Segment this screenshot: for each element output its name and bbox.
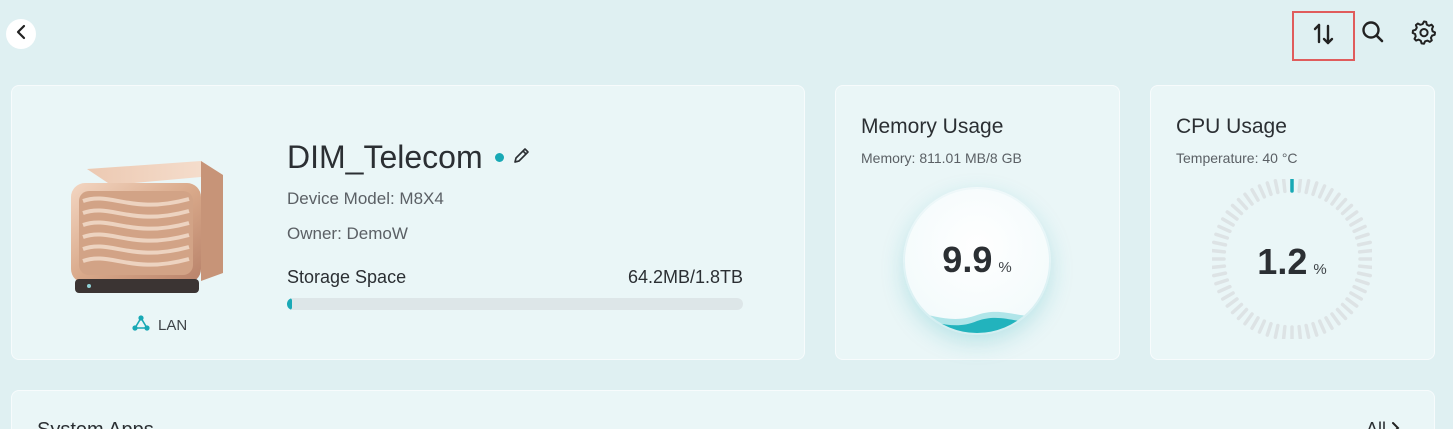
cpu-card-title: CPU Usage [1176, 115, 1287, 138]
cpu-gauge-tick [1273, 179, 1280, 195]
cpu-gauge-tick [1220, 291, 1235, 301]
view-all-link[interactable]: All [1366, 419, 1400, 429]
cpu-value-group: 1.2 % [1212, 241, 1372, 283]
chevron-left-icon [14, 24, 28, 45]
memory-card-subtitle: Memory: 811.01 MB/8 GB [861, 150, 1022, 166]
cpu-gauge-tick [1317, 184, 1327, 199]
device-model: Device Model: M8X4 [287, 189, 444, 208]
memory-card-title: Memory Usage [861, 115, 1004, 138]
cpu-gauge-tick [1352, 224, 1367, 234]
device-name: DIM_Telecom [287, 139, 483, 175]
storage-progress-bar [287, 298, 743, 310]
cpu-gauge-tick [1250, 316, 1260, 331]
device-name-row: DIM_Telecom [287, 139, 532, 176]
back-button[interactable] [6, 19, 36, 49]
cpu-gauge-tick [1297, 179, 1303, 194]
cpu-gauge-tick [1243, 312, 1254, 326]
cpu-gauge-tick [1281, 179, 1287, 194]
system-apps-card: System Apps All [11, 390, 1435, 429]
cpu-gauge-tick [1250, 187, 1260, 202]
device-owner: Owner: DemoW [287, 224, 408, 243]
search-icon [1360, 19, 1386, 50]
sort-button[interactable] [1292, 11, 1355, 61]
cpu-gauge-tick [1317, 319, 1327, 334]
cpu-gauge-tick [1273, 323, 1280, 339]
cpu-gauge-tick [1324, 316, 1334, 331]
storage-value: 64.2MB/1.8TB [627, 267, 743, 287]
cpu-gauge-tick [1230, 302, 1244, 315]
cpu-gauge-tick [1311, 181, 1319, 197]
cpu-gauge-tick [1257, 184, 1267, 199]
cpu-gauge-tick [1257, 319, 1267, 334]
memory-gauge: 9.9 % [905, 189, 1049, 333]
cpu-gauge-tick [1324, 187, 1334, 202]
cpu-gauge-tick [1340, 302, 1354, 315]
memory-value: 9.9 [942, 239, 993, 280]
network-label: LAN [158, 316, 188, 334]
cpu-gauge-tick [1265, 321, 1273, 337]
cpu-gauge-tick [1281, 324, 1287, 339]
cpu-gauge-tick [1217, 224, 1232, 234]
chevron-right-icon [1390, 419, 1400, 429]
edit-icon[interactable] [512, 145, 532, 170]
cpu-gauge-tick [1214, 232, 1230, 240]
storage-label: Storage Space [287, 267, 407, 287]
system-apps-title: System Apps [37, 419, 154, 429]
cpu-usage-card[interactable]: CPU Usage Temperature: 40 °C 1.2 % [1150, 85, 1435, 360]
network-icon [132, 315, 150, 335]
device-card: LAN DIM_Telecom Device Model: M8X4 Owner… [11, 85, 805, 360]
cpu-gauge-tick [1230, 203, 1244, 216]
cpu-gauge-tick [1217, 284, 1232, 294]
cpu-gauge-tick [1304, 179, 1311, 195]
cpu-gauge-tick [1340, 203, 1354, 216]
cpu-gauge-tick [1220, 217, 1235, 227]
cpu-gauge-tick [1265, 181, 1273, 197]
cpu-gauge-tick [1236, 307, 1249, 321]
settings-button[interactable] [1407, 17, 1441, 51]
cpu-gauge-tick [1304, 323, 1311, 339]
cpu-gauge-tick [1345, 210, 1359, 221]
cpu-gauge-tick [1311, 321, 1319, 337]
gear-icon [1411, 19, 1437, 50]
nas-device-image [71, 155, 241, 305]
network-status: LAN [132, 315, 187, 335]
cpu-gauge-tick [1225, 210, 1239, 221]
cpu-gauge-tick [1225, 297, 1239, 308]
search-button[interactable] [1356, 17, 1390, 51]
memory-unit: % [998, 259, 1012, 276]
view-all-label: All [1366, 419, 1387, 429]
cpu-value: 1.2 [1257, 241, 1308, 282]
cpu-gauge-tick [1297, 324, 1303, 339]
cpu-gauge-tick [1243, 192, 1254, 206]
cpu-gauge-tick [1330, 312, 1341, 326]
cpu-unit: % [1313, 261, 1327, 278]
sort-icon [1311, 21, 1337, 52]
cpu-gauge-tick [1335, 197, 1348, 211]
memory-value-group: 9.9 % [905, 239, 1049, 281]
cpu-gauge-tick [1354, 232, 1370, 240]
cpu-gauge-tick [1236, 197, 1249, 211]
storage-row: Storage Space 64.2MB/1.8TB [287, 267, 743, 288]
cpu-card-subtitle: Temperature: 40 °C [1176, 150, 1298, 166]
online-status-dot [494, 153, 504, 162]
cpu-gauge-tick [1352, 284, 1367, 294]
cpu-gauge-tick [1345, 297, 1359, 308]
cpu-gauge-tick [1335, 307, 1348, 321]
memory-usage-card[interactable]: Memory Usage Memory: 811.01 MB/8 GB 9.9 … [835, 85, 1120, 360]
storage-progress-fill [287, 298, 293, 310]
cpu-gauge-tick [1349, 291, 1364, 301]
cpu-gauge-tick [1349, 217, 1364, 227]
cpu-gauge-tick [1330, 192, 1341, 206]
